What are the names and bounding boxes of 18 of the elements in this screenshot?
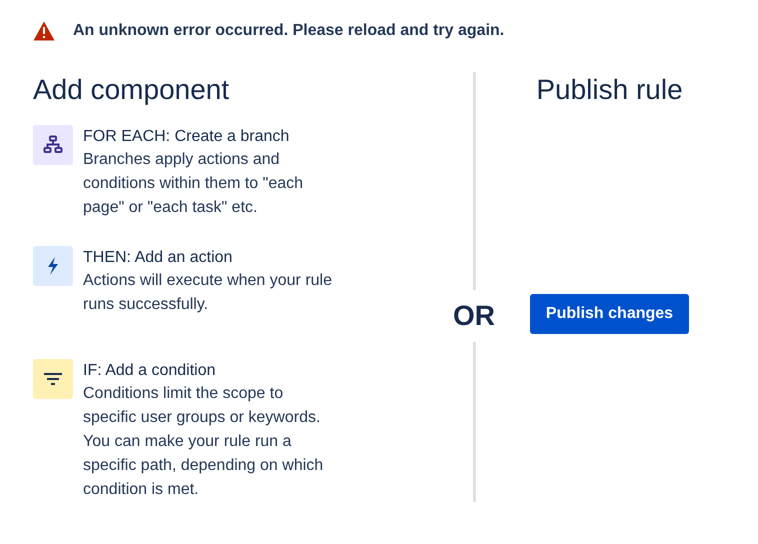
component-title[interactable]: THEN: Add an action: [83, 247, 343, 269]
icon-tile[interactable]: [33, 359, 73, 399]
error-message: An unknown error occurred. Please reload and try again.: [73, 21, 504, 41]
icon-tile[interactable]: [33, 246, 73, 286]
icon-tile[interactable]: [33, 125, 73, 165]
filter-icon: [44, 372, 62, 386]
or-label: OR: [453, 299, 495, 333]
component-title[interactable]: FOR EACH: Create a branch: [83, 126, 343, 148]
warning-icon: [33, 21, 55, 41]
section-title: Add component: [33, 73, 230, 107]
component-title[interactable]: IF: Add a condition: [83, 360, 343, 382]
component-description: Branches apply actions and conditions within them to "each page" or "each task" etc.: [83, 150, 304, 218]
component-description: Actions will execute when your rule runs successfully.: [83, 271, 334, 315]
component-description: Conditions limit the scope to specific user groups or keywords. You can make your rule run a specific path, depending on which condition is met.: [83, 384, 324, 500]
branch-icon: [43, 135, 63, 155]
lightning-icon: [46, 256, 60, 276]
section-title: Publish rule: [536, 73, 683, 107]
publish-button[interactable]: Publish changes: [530, 294, 690, 334]
